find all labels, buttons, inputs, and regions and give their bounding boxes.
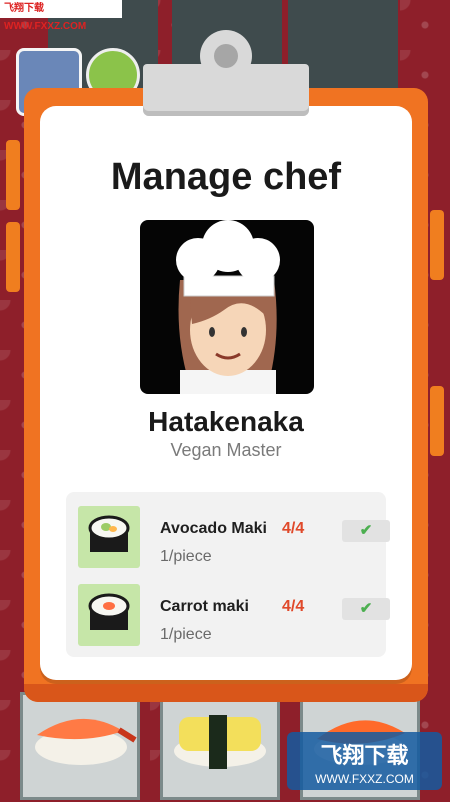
side-tab[interactable]: [6, 140, 20, 210]
watermark-logo: 飞翔下载 WWW.FXXZ.COM: [287, 732, 442, 790]
check-icon[interactable]: ✔: [342, 520, 390, 542]
recipe-price: 1/piece: [160, 548, 212, 565]
watermark-logo-url: WWW.FXXZ.COM: [315, 772, 414, 786]
watermark-text: 飞翔下载 WWW.FXXZ.COM: [0, 0, 122, 32]
recipe-count: 4/4: [282, 598, 305, 615]
chef-name: Hatakenaka: [148, 406, 304, 437]
chef-title: Vegan Master: [170, 440, 282, 460]
recipe-item[interactable]: Avocado Maki 4/4 1/piece ✔: [78, 506, 390, 570]
shrimp-nigiri-plate[interactable]: [20, 692, 140, 800]
side-tab[interactable]: [430, 386, 444, 456]
side-tab[interactable]: [6, 222, 20, 292]
carrot-maki-icon: [78, 584, 140, 646]
recipe-name: Carrot maki: [160, 598, 249, 615]
recipe-price: 1/piece: [160, 626, 212, 643]
dialog-title: Manage chef: [110, 156, 342, 198]
check-icon[interactable]: ✔: [342, 598, 390, 620]
recipe-count: 4/4: [282, 520, 305, 537]
clipboard-clip: [143, 30, 309, 116]
chef-portrait-icon: [140, 220, 314, 394]
recipe-list: Avocado Maki 4/4 1/piece ✔ Carrot maki 4…: [66, 492, 390, 657]
recipe-item[interactable]: Carrot maki 4/4 1/piece ✔: [78, 584, 390, 648]
watermark-logo-title: 飞翔下载: [320, 743, 409, 768]
side-tab[interactable]: [430, 210, 444, 280]
recipe-name: Avocado Maki: [160, 520, 267, 537]
avocado-maki-icon: [78, 506, 140, 568]
tamago-nigiri-plate[interactable]: [160, 692, 280, 800]
